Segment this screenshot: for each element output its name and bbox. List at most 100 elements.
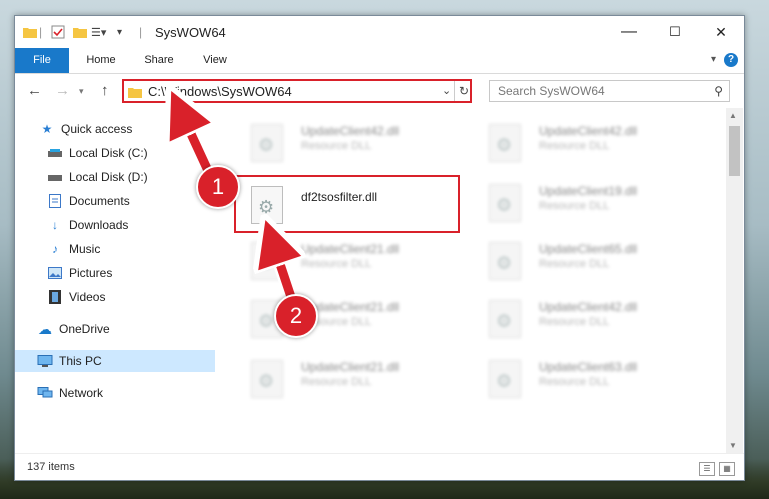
file-name: UpdateClient42.dll [539,124,638,138]
ribbon-tabs: File Home Share View ▾ ? [15,48,744,74]
tab-file[interactable]: File [15,48,69,73]
address-path: C:\Windows\SysWOW64 [148,84,292,99]
customize-icon[interactable]: ☰▾ [91,24,106,40]
forward-arrow-icon[interactable]: → [55,82,70,99]
file-name: UpdateClient63.dll [539,360,638,374]
file-type: Resource DLL [301,376,372,388]
title-bar: | ☰▾ ▾ | SysWOW64 — ☐ ✕ [15,16,744,48]
music-icon: ♪ [52,242,58,256]
file-item[interactable]: UpdateClient21.dll Resource DLL [235,354,455,402]
file-type: Resource DLL [539,376,610,388]
step-1-badge: 1 [196,165,240,209]
file-name: UpdateClient21.dll [301,360,400,374]
file-type: Resource DLL [539,316,610,328]
file-name: UpdateClient65.dll [539,242,638,256]
file-item[interactable]: UpdateClient19.dll Resource DLL [473,178,693,226]
dll-file-icon [489,184,521,222]
up-arrow-icon[interactable]: ↑ [101,82,109,99]
chevron-down-icon[interactable]: ▾ [711,54,716,65]
scroll-thumb[interactable] [729,126,740,176]
dll-file-icon [251,124,283,162]
sidebar-item-label: Music [69,242,101,256]
star-icon: ★ [41,122,53,136]
sidebar-item-label: Downloads [69,218,129,232]
large-icons-view-icon[interactable]: ▦ [719,462,735,476]
computer-icon [37,354,53,368]
back-arrow-icon[interactable]: ← [27,82,42,99]
dll-file-icon [489,300,521,338]
separator: | [39,25,43,39]
sidebar-item-music[interactable]: ♪ Music 📌 [15,238,243,260]
cloud-icon: ☁ [38,320,52,337]
file-name: UpdateClient21.dll [301,242,400,256]
dll-file-icon [489,242,521,280]
help-button[interactable]: ? [724,53,738,67]
properties-icon[interactable] [51,24,65,40]
sidebar-item-network[interactable]: Network [15,382,233,404]
search-box[interactable]: Search SysWOW64 ⚲ [489,80,730,102]
network-icon [37,386,53,400]
navigation-pane: ★ Quick access Local Disk (C:) 📌 Local D… [15,108,239,453]
new-folder-icon[interactable] [73,24,87,40]
dll-file-icon [489,124,521,162]
tab-home[interactable]: Home [77,48,125,73]
sidebar-item-label: Pictures [69,266,113,280]
sidebar-item-label: Local Disk (D:) [69,170,148,184]
sidebar-item-label: Local Disk (C:) [69,146,148,160]
address-bar[interactable]: C:\Windows\SysWOW64 ⌄ ↻ [122,79,472,103]
file-item[interactable]: UpdateClient42.dll Resource DLL [473,118,693,166]
sidebar-item-quick-access[interactable]: ★ Quick access [15,118,235,140]
file-type: Resource DLL [301,140,372,152]
tab-share[interactable]: Share [135,48,183,73]
close-button[interactable]: ✕ [698,16,744,48]
sidebar-item-label: This PC [59,354,102,368]
sidebar-item-onedrive[interactable]: ☁ OneDrive [15,318,233,340]
recent-chevron-icon[interactable]: ▾ [79,86,84,97]
sidebar-item-downloads[interactable]: ↓ Downloads 📌 [15,214,243,236]
tab-view[interactable]: View [191,48,239,73]
maximize-button[interactable]: ☐ [652,16,698,48]
file-name: UpdateClient42.dll [539,300,638,314]
file-type: Resource DLL [539,140,610,152]
vertical-scrollbar[interactable]: ▲ ▼ [726,108,743,453]
minimize-button[interactable]: — [606,16,652,48]
file-item[interactable]: UpdateClient42.dll Resource DLL [473,294,693,342]
file-type: Resource DLL [301,258,372,270]
folder-icon[interactable] [23,24,37,40]
file-item[interactable]: UpdateClient42.dll Resource DLL [235,118,455,166]
file-item[interactable]: UpdateClient63.dll Resource DLL [473,354,693,402]
details-view-icon[interactable]: ☰ [699,462,715,476]
document-icon [47,194,63,208]
separator: | [139,25,143,39]
file-type: Resource DLL [539,258,610,270]
file-highlight-box [234,175,460,233]
search-input[interactable]: Search SysWOW64 [498,84,605,98]
address-row: ← → ▾ ↑ C:\Windows\SysWOW64 ⌄ ↻ Search S… [15,74,744,108]
sidebar-item-label: Documents [69,194,130,208]
folder-icon [128,85,142,103]
video-icon [47,290,63,304]
chevron-down-icon[interactable]: ▾ [117,24,122,40]
refresh-icon[interactable]: ↻ [454,81,473,101]
sidebar-item-videos[interactable]: Videos 📌 [15,286,243,308]
sidebar-item-label: Quick access [61,122,133,136]
scroll-up-icon[interactable]: ▲ [729,111,737,120]
dll-file-icon [251,360,283,398]
window-title: SysWOW64 [155,25,226,40]
sidebar-item-local-disk-c[interactable]: Local Disk (C:) 📌 [15,142,243,164]
chevron-down-icon[interactable]: ⌄ [442,84,451,97]
status-bar: 137 items ☰ ▦ [15,453,744,480]
file-item[interactable]: UpdateClient65.dll Resource DLL [473,236,693,284]
picture-icon [47,266,63,280]
dll-file-icon [489,360,521,398]
file-item[interactable]: UpdateClient21.dll Resource DLL [235,236,455,284]
explorer-window: | ☰▾ ▾ | SysWOW64 — ☐ ✕ File Home Share … [14,15,745,481]
file-name: UpdateClient19.dll [539,184,638,198]
sidebar-item-pictures[interactable]: Pictures 📌 [15,262,243,284]
sidebar-item-label: Videos [69,290,106,304]
drive-icon [47,170,63,184]
scroll-down-icon[interactable]: ▼ [729,441,737,450]
file-item[interactable]: UpdateClient21.dll Resource DLL [235,294,455,342]
file-name: UpdateClient42.dll [301,124,400,138]
sidebar-item-this-pc[interactable]: This PC [15,350,233,372]
